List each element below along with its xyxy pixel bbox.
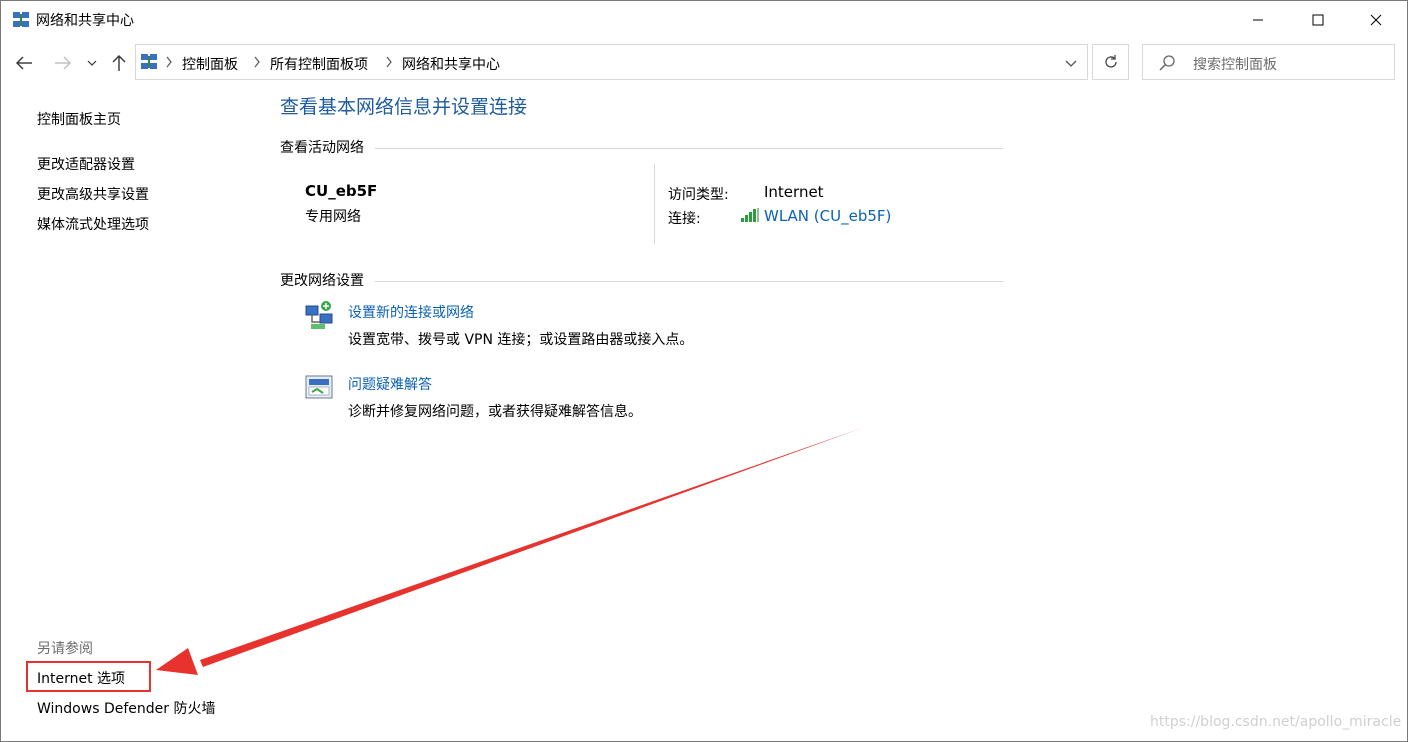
sidebar-item-advanced-sharing[interactable]: 更改高级共享设置 <box>37 184 149 204</box>
breadcrumb-all-items[interactable]: 所有控制面板项 <box>270 54 368 74</box>
annotation-arrow-head <box>156 648 198 675</box>
minimize-button[interactable] <box>1235 1 1281 39</box>
chevron-down-icon <box>87 60 97 66</box>
close-button[interactable] <box>1353 1 1399 39</box>
access-type-label: 访问类型: <box>668 187 729 203</box>
network-sharing-center-icon <box>13 12 29 27</box>
minimize-icon <box>1253 19 1263 21</box>
network-name: CU_eb5F <box>305 182 378 200</box>
maximize-button[interactable] <box>1295 1 1341 39</box>
troubleshoot-icon <box>305 375 333 399</box>
chevron-right-icon <box>254 56 260 68</box>
active-networks-heading: 查看活动网络 <box>280 140 364 156</box>
setup-new-connection-link[interactable]: 设置新的连接或网络 <box>348 302 474 322</box>
access-type-value: Internet <box>764 183 824 201</box>
breadcrumb-control-panel[interactable]: 控制面板 <box>182 54 238 74</box>
back-button[interactable] <box>12 50 36 76</box>
troubleshoot-link[interactable]: 问题疑难解答 <box>348 374 432 394</box>
watermark: https://blog.csdn.net/apollo_miracle <box>1150 714 1402 730</box>
window-frame <box>0 0 1408 742</box>
refresh-button[interactable] <box>1092 44 1129 80</box>
chevron-right-icon <box>166 56 172 68</box>
annotation-arrow <box>156 428 862 675</box>
sidebar-item-media-streaming[interactable]: 媒体流式处理选项 <box>37 214 149 234</box>
section-divider <box>375 281 1003 282</box>
network-divider <box>654 164 655 244</box>
search-input[interactable]: 搜索控制面板 <box>1142 44 1395 80</box>
page-title: 查看基本网络信息并设置连接 <box>280 96 528 118</box>
search-icon <box>1159 55 1175 71</box>
annotation-arrow-shaft <box>200 428 862 667</box>
breadcrumb-network-center[interactable]: 网络和共享中心 <box>402 54 500 74</box>
see-also-internet-options[interactable]: Internet 选项 <box>37 668 125 688</box>
sidebar-item-adapter-settings[interactable]: 更改适配器设置 <box>37 154 135 174</box>
arrow-left-icon <box>16 56 32 70</box>
chevron-down-icon[interactable] <box>1061 53 1081 73</box>
connection-link[interactable]: WLAN (CU_eb5F) <box>764 207 891 225</box>
address-bar[interactable]: 控制面板 所有控制面板项 网络和共享中心 <box>135 44 1088 80</box>
window-title: 网络和共享中心 <box>36 13 134 29</box>
close-icon <box>1370 14 1382 26</box>
wifi-signal-icon <box>741 208 759 222</box>
chevron-right-icon <box>386 56 392 68</box>
connection-label: 连接: <box>668 211 701 227</box>
maximize-icon <box>1312 14 1324 26</box>
title-bar: 网络和共享中心 <box>1 1 1407 39</box>
forward-button[interactable] <box>51 50 75 76</box>
control-panel-icon <box>141 54 157 69</box>
up-button[interactable] <box>107 50 131 76</box>
section-divider <box>375 148 1003 149</box>
see-also-heading: 另请参阅 <box>37 641 93 657</box>
network-category: 专用网络 <box>305 209 361 225</box>
new-connection-icon <box>305 301 333 329</box>
troubleshoot-description: 诊断并修复网络问题，或者获得疑难解答信息。 <box>348 404 642 420</box>
arrow-right-icon <box>55 56 71 70</box>
change-settings-heading: 更改网络设置 <box>280 273 364 289</box>
search-placeholder: 搜索控制面板 <box>1193 57 1277 73</box>
sidebar-item-control-panel-home[interactable]: 控制面板主页 <box>37 109 121 129</box>
arrow-up-icon <box>112 55 126 71</box>
see-also-windows-defender-firewall[interactable]: Windows Defender 防火墙 <box>37 698 215 718</box>
setup-new-connection-description: 设置宽带、拨号或 VPN 连接；或设置路由器或接入点。 <box>348 332 694 348</box>
refresh-icon <box>1104 55 1117 68</box>
recent-locations-button[interactable] <box>82 50 102 76</box>
